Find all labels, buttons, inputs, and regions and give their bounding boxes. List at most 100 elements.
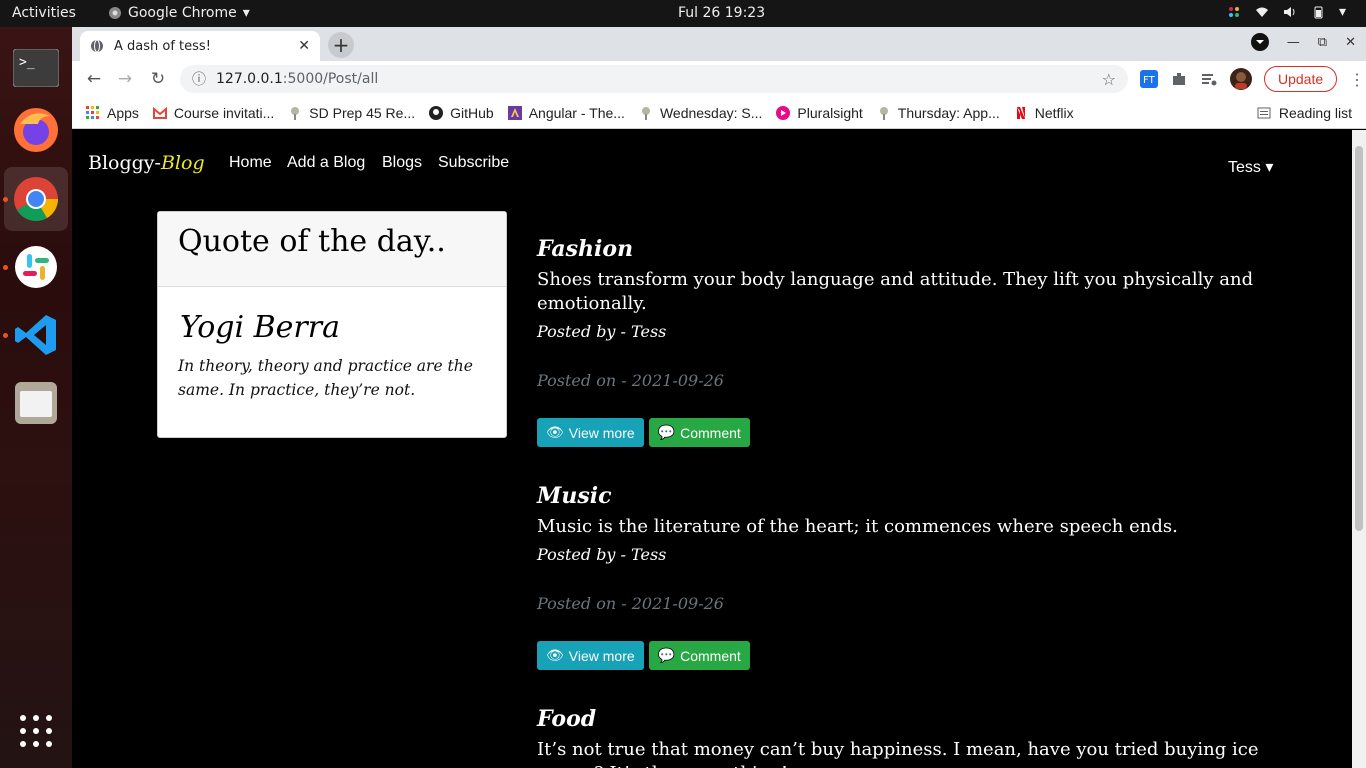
netflix-icon [1016, 106, 1025, 119]
post-body: It’s not true that money can’t buy happi… [537, 739, 1259, 768]
running-indicator [3, 197, 8, 202]
reading-list-icon [1257, 107, 1271, 119]
bookmark-apps[interactable]: Apps [86, 105, 139, 121]
post-body: Music is the literature of the heart; it… [537, 516, 1178, 537]
tab-search-icon[interactable] [1250, 33, 1269, 51]
system-top-bar: Activities Google Chrome ▾ Ful 26 19:23 … [0, 0, 1366, 27]
activities-button[interactable]: Activities [12, 5, 76, 21]
page-scrollbar[interactable] [1352, 130, 1366, 768]
brand-accent: Blog [160, 152, 205, 174]
battery-icon [1314, 6, 1323, 19]
comment-icon: 💬 [657, 647, 676, 663]
post-author: Posted by - Tess [537, 545, 667, 564]
site-brand[interactable]: Bloggy-Blog [88, 152, 205, 174]
new-tab-button[interactable]: + [328, 32, 354, 58]
update-button[interactable]: Update [1264, 66, 1338, 92]
web-page: Bloggy-Blog Home Add a Blog Blogs Subscr… [72, 130, 1352, 768]
bookmark-label: Pluralsight [797, 104, 863, 121]
post-body: Shoes transform your body language and a… [537, 269, 1254, 314]
bookmark-pluralsight[interactable]: Pluralsight [776, 104, 863, 121]
url-path: :5000/Post/all [282, 71, 379, 87]
system-tray[interactable]: ▾ [1227, 4, 1346, 20]
globe-icon [91, 39, 103, 53]
nav-subscribe[interactable]: Subscribe [438, 154, 509, 172]
view-more-button[interactable]: 👁 View more [537, 641, 644, 670]
clock[interactable]: Ful 26 19:23 [678, 5, 765, 21]
comment-button[interactable]: 💬 Comment [648, 418, 750, 447]
user-dropdown[interactable]: Tess ▾ [1228, 157, 1273, 177]
bookmark-gmail[interactable]: Course invitati... [152, 105, 274, 121]
show-applications-button[interactable] [4, 699, 68, 763]
post-author: Posted by - Tess [537, 322, 667, 341]
post-title: Food [537, 706, 597, 732]
url-host: 127.0.0.1 [216, 71, 283, 87]
tab-title: A dash of tess! [114, 38, 211, 54]
firefox-icon [14, 108, 58, 152]
back-icon[interactable]: ← [84, 69, 104, 89]
site-info-icon[interactable]: ⓘ [192, 69, 206, 89]
reading-mode-icon[interactable] [1200, 70, 1218, 88]
site-navbar: Bloggy-Blog Home Add a Blog Blogs Subscr… [72, 130, 1352, 196]
bookmark-thursday[interactable]: Thursday: App... [877, 105, 1000, 121]
view-more-label: View more [568, 424, 635, 441]
vscode-launcher[interactable] [4, 303, 68, 367]
plus-icon: + [332, 33, 350, 57]
firefox-launcher[interactable] [4, 98, 68, 162]
bookmark-sd-prep[interactable]: SD Prep 45 Re... [288, 105, 415, 121]
chrome-launcher[interactable] [4, 167, 68, 231]
chrome-window: A dash of tess! ✕ + — ⧉ ✕ ← → ↻ ⓘ 127.0.… [72, 27, 1366, 768]
update-label: Update [1278, 71, 1324, 87]
gmail-icon [152, 106, 167, 119]
chrome-icon [14, 177, 58, 221]
tree-icon [291, 106, 300, 120]
address-bar[interactable]: ⓘ 127.0.0.1:5000/Post/all ☆ [180, 65, 1128, 93]
bookmark-label: Wednesday: S... [659, 104, 763, 121]
chrome-small-icon [109, 7, 121, 19]
post-title: Music [537, 483, 612, 509]
nav-home[interactable]: Home [229, 154, 272, 172]
close-tab-icon[interactable]: ✕ [298, 38, 310, 54]
github-icon [429, 105, 444, 120]
tab-strip: A dash of tess! ✕ + — ⧉ ✕ [72, 27, 1366, 61]
profile-avatar[interactable] [1230, 68, 1252, 90]
pluralsight-icon [776, 105, 791, 120]
bookmark-netflix[interactable]: Netflix [1014, 105, 1074, 121]
comment-label: Comment [680, 647, 741, 664]
files-launcher[interactable] [4, 371, 68, 435]
post-date: Posted on - 2021-09-26 [537, 594, 724, 613]
volume-icon [1283, 7, 1295, 17]
terminal-launcher[interactable]: >_ [4, 36, 68, 100]
post-actions: 👁 View more 💬 Comment [537, 418, 1277, 447]
minimize-icon[interactable]: — [1287, 35, 1300, 50]
slack-launcher[interactable] [4, 235, 68, 299]
bookmark-label: Apps [107, 104, 139, 121]
reload-icon[interactable]: ↻ [148, 69, 168, 89]
bookmark-wednesday[interactable]: Wednesday: S... [639, 105, 762, 121]
view-more-button[interactable]: 👁 View more [537, 418, 644, 447]
bookmarks-bar: Apps Course invitati... SD Prep 45 Re...… [72, 97, 1366, 129]
app-menu[interactable]: Google Chrome ▾ [108, 5, 250, 21]
nav-blogs[interactable]: Blogs [382, 154, 422, 172]
post-date: Posted on - 2021-09-26 [537, 371, 724, 390]
browser-tab[interactable]: A dash of tess! ✕ [80, 31, 320, 61]
extensions-puzzle-icon[interactable] [1170, 70, 1188, 88]
bookmark-label: Thursday: App... [897, 104, 1000, 121]
bookmark-label: GitHub [450, 104, 494, 121]
close-window-icon[interactable]: ✕ [1345, 35, 1356, 50]
forward-icon[interactable]: → [115, 69, 135, 89]
reading-list-button[interactable]: Reading list [1257, 105, 1352, 121]
nav-add-blog[interactable]: Add a Blog [287, 154, 365, 172]
bookmark-label: SD Prep 45 Re... [309, 104, 416, 121]
comment-button[interactable]: 💬 Comment [648, 641, 750, 670]
scrollbar-thumb[interactable] [1355, 146, 1363, 531]
bookmark-angular[interactable]: Angular - The... [507, 105, 625, 121]
bookmark-github[interactable]: GitHub [429, 105, 494, 121]
tree-icon [879, 106, 888, 120]
more-menu-icon[interactable]: ⋮ [1349, 70, 1365, 89]
extension-ft-icon[interactable]: FT [1140, 70, 1158, 88]
files-icon [15, 382, 57, 424]
restore-icon[interactable]: ⧉ [1318, 35, 1327, 50]
bookmark-star-icon[interactable]: ☆ [1102, 70, 1116, 89]
apps-grid-icon [86, 105, 99, 119]
wifi-icon [1255, 7, 1268, 17]
